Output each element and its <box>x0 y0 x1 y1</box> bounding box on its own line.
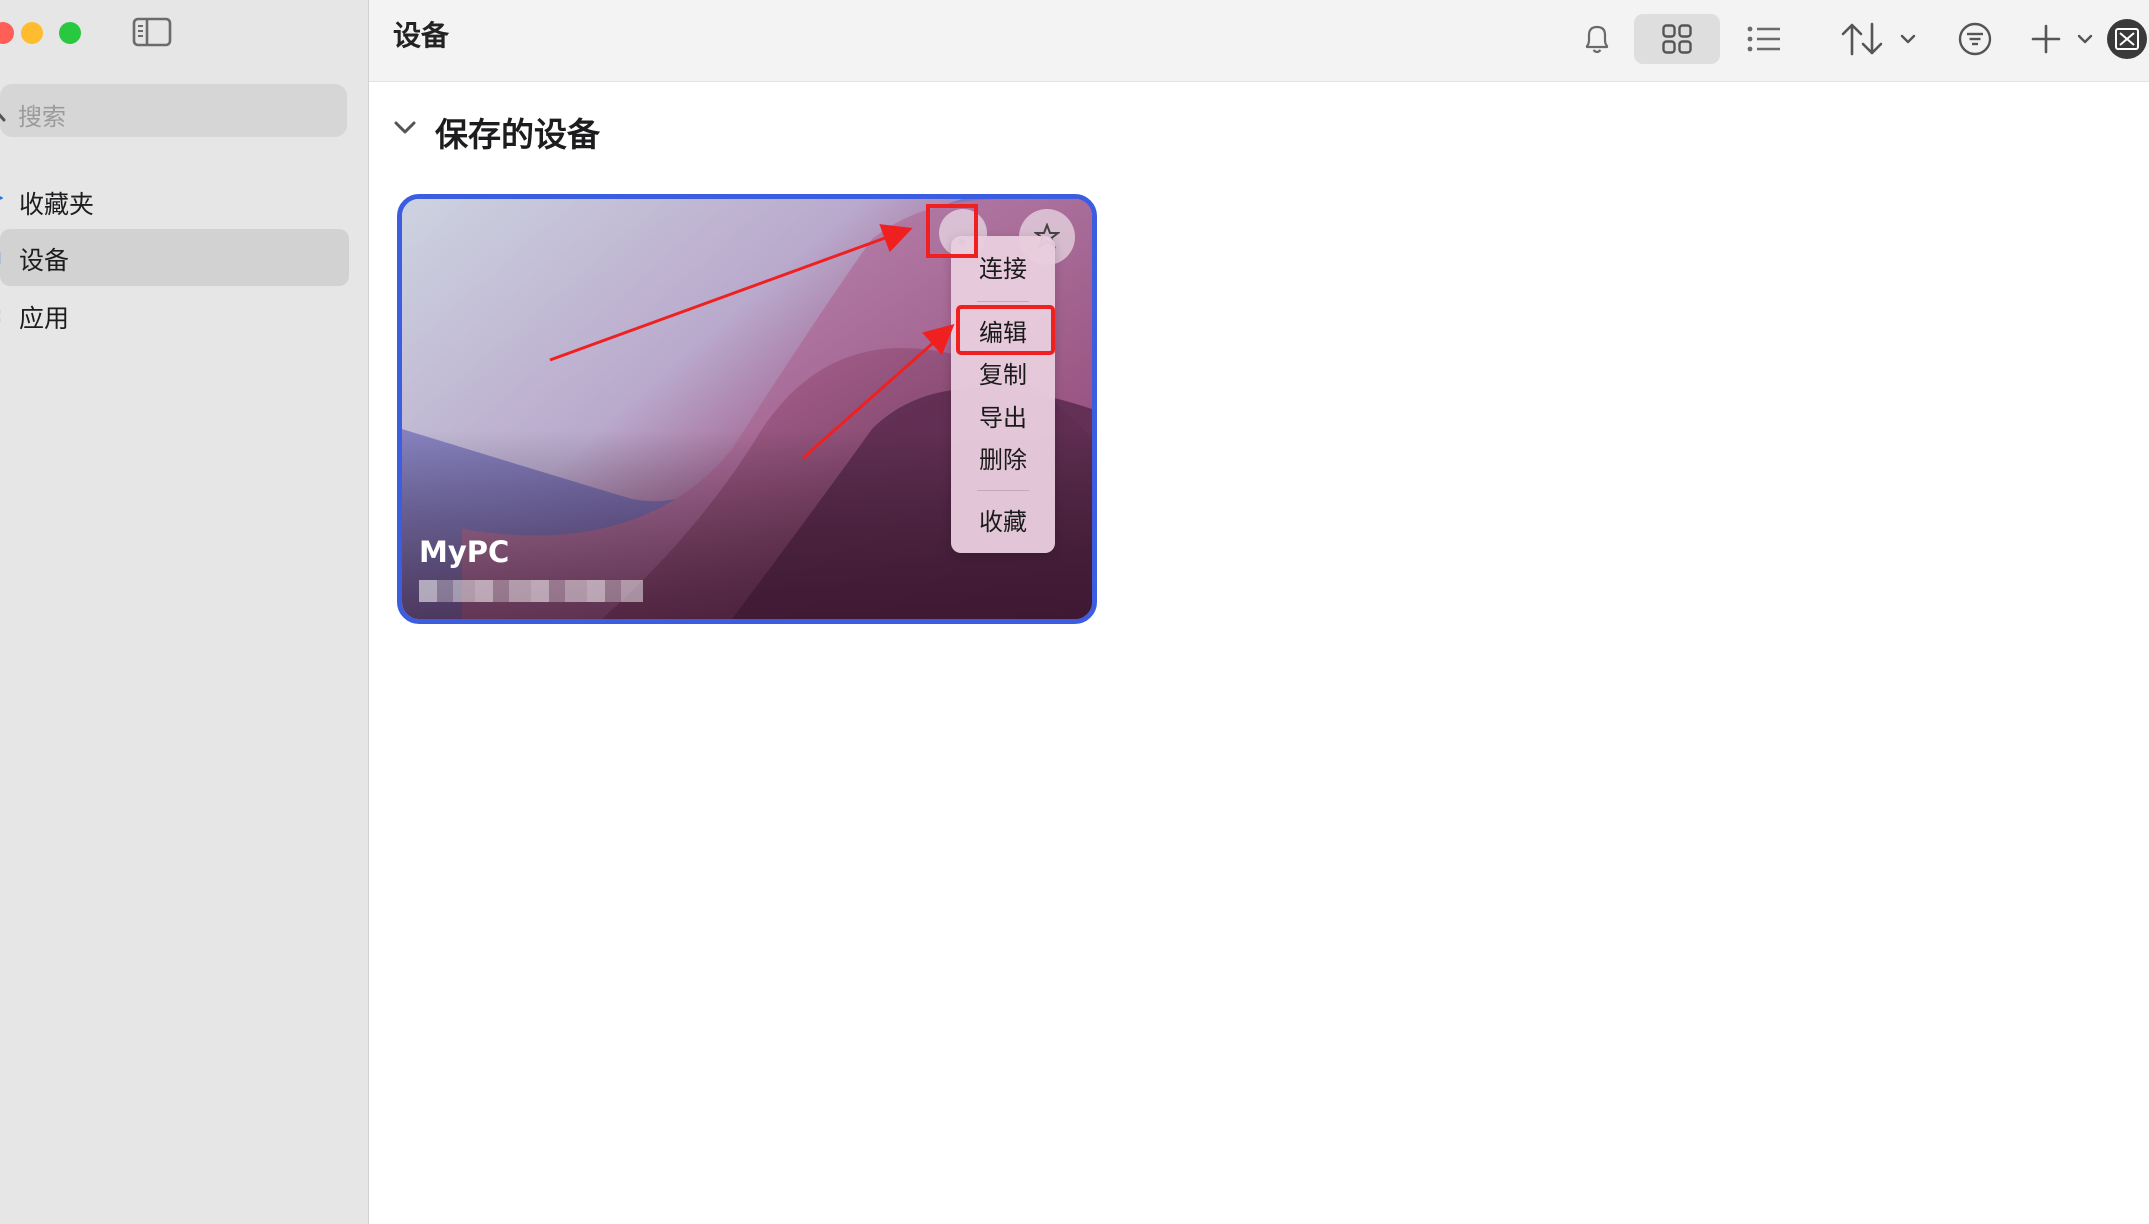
search-input[interactable]: 搜索 <box>0 84 347 137</box>
filter-button[interactable] <box>1953 14 1997 64</box>
toolbar: 设备 <box>369 0 2149 82</box>
context-menu: 连接 编辑 复制 导出 删除 收藏 <box>951 236 1055 553</box>
sidebar-item-favorites[interactable]: 收藏夹 <box>0 173 349 230</box>
star-icon <box>0 193 4 211</box>
sidebar-item-label: 设备 <box>19 246 70 275</box>
sidebar-item-label: 收藏夹 <box>19 190 95 219</box>
monitor-icon <box>0 249 3 267</box>
plus-icon <box>2029 23 2101 55</box>
menu-item-connect[interactable]: 连接 <box>951 249 1055 289</box>
filter-icon <box>1958 22 1992 56</box>
list-view-icon <box>1747 26 1781 52</box>
remote-desktop-icon <box>2105 18 2149 60</box>
device-address-redacted <box>419 580 643 602</box>
add-device-button[interactable] <box>2029 14 2101 64</box>
apps-icon <box>0 307 3 325</box>
sort-button[interactable] <box>1839 14 1929 64</box>
sidebar-item-apps[interactable]: 应用 <box>0 287 349 344</box>
device-name: MyPC <box>419 535 510 569</box>
minimize-window-button[interactable] <box>21 22 43 44</box>
sidebar-item-label: 应用 <box>19 304 70 333</box>
sidebar-item-devices[interactable]: 设备 <box>0 229 349 286</box>
search-placeholder: 搜索 <box>18 103 66 131</box>
sort-icon <box>1840 21 1928 57</box>
grid-view-button[interactable] <box>1634 14 1720 64</box>
chevron-down-icon <box>393 120 417 136</box>
menu-separator <box>977 490 1029 491</box>
sidebar-toggle-icon[interactable] <box>132 16 172 48</box>
remote-desktop-button[interactable] <box>2105 14 2149 64</box>
page-title: 设备 <box>393 19 450 52</box>
search-icon <box>0 100 12 122</box>
zoom-window-button[interactable] <box>59 22 81 44</box>
list-view-button[interactable] <box>1739 14 1789 64</box>
bell-icon <box>1582 22 1612 56</box>
menu-item-delete[interactable]: 删除 <box>951 440 1055 480</box>
sidebar: 搜索 收藏夹 设备 应用 <box>0 0 369 1224</box>
menu-item-favorite[interactable]: 收藏 <box>951 502 1055 542</box>
grid-view-icon <box>1662 24 1692 54</box>
menu-separator <box>977 301 1029 302</box>
notifications-button[interactable] <box>1575 14 1619 64</box>
menu-item-edit[interactable]: 编辑 <box>951 313 1055 353</box>
close-window-button[interactable] <box>0 22 14 44</box>
menu-item-export[interactable]: 导出 <box>951 398 1055 438</box>
menu-item-duplicate[interactable]: 复制 <box>951 355 1055 395</box>
section-title: 保存的设备 <box>435 115 600 154</box>
